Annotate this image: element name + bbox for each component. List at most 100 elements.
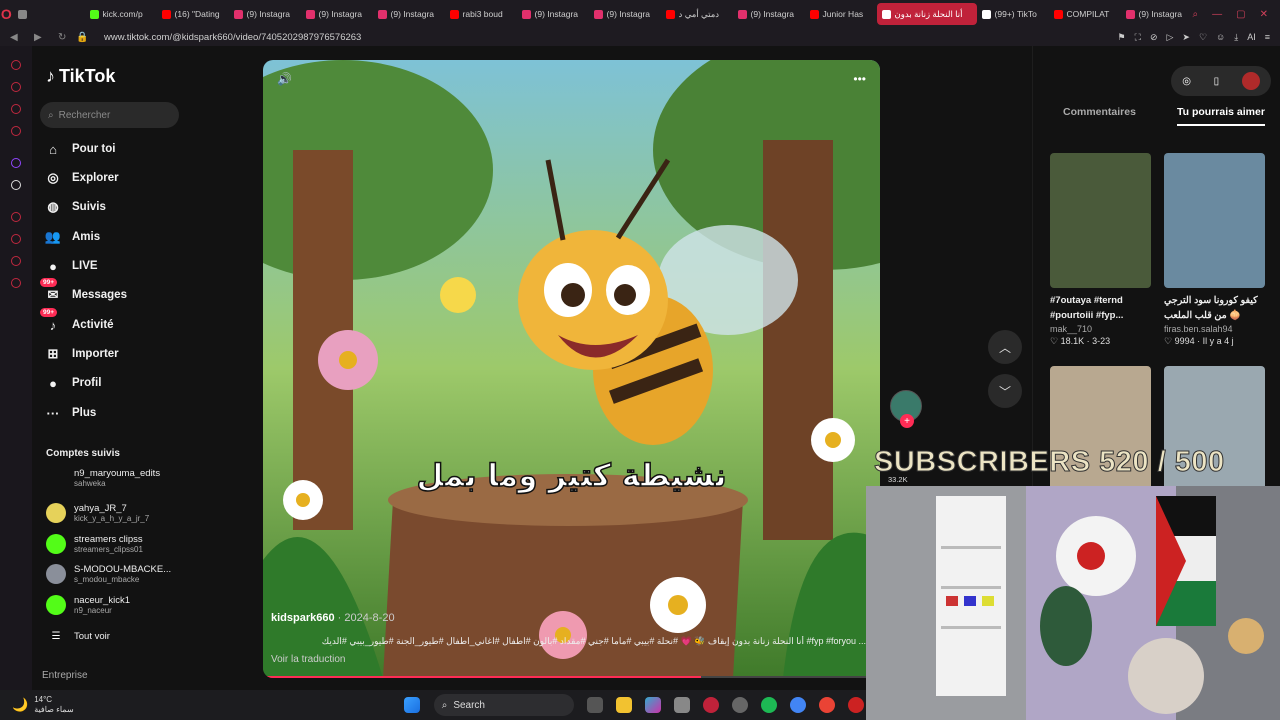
see-all-button[interactable]: ☰ Tout voir <box>46 624 110 648</box>
tab-comments[interactable]: Commentaires <box>1063 106 1136 118</box>
video-author[interactable]: kidspark660 <box>271 612 335 624</box>
more-options-icon[interactable]: ••• <box>853 72 866 86</box>
rail-icon[interactable] <box>11 212 21 222</box>
menu-icon[interactable]: ≡ <box>1265 32 1270 43</box>
browser-tab[interactable]: أنا النحلة زنانة بدون <box>876 3 977 25</box>
browser-tab[interactable]: (9) Instagra <box>733 3 805 25</box>
suggested-video-card[interactable]: كيفو كورونا سود الترجي من قلب الملعب 🧅 fi… <box>1164 153 1265 347</box>
video-player[interactable]: 🔊 ••• نشيطة كتير وما بمل kidspark660 · 2… <box>263 60 880 678</box>
browser-tab[interactable]: kick.com/p <box>85 3 157 25</box>
tab-favicon-icon <box>449 9 459 19</box>
browser-tab[interactable]: (9) Instagra <box>373 3 445 25</box>
maximize-icon[interactable]: ▢ <box>1236 9 1245 20</box>
sidebar-item-activit[interactable]: 99+ ♪ Activité <box>40 308 114 336</box>
opera-icon[interactable] <box>702 697 719 713</box>
rail-icon[interactable] <box>11 104 21 114</box>
browser-tab[interactable]: (9) Instagra <box>517 3 589 25</box>
file-explorer-icon[interactable] <box>615 697 632 713</box>
spotify-icon[interactable] <box>760 697 777 713</box>
address-bar: ◀ ▶ ↻ 🔒 www.tiktok.com/@kidspark660/vide… <box>0 28 1280 46</box>
adblock-icon[interactable]: ⊘ <box>1150 32 1158 43</box>
followed-account[interactable]: streamers clipss streamers_clipss01 <box>46 532 143 556</box>
sidebar-item-live[interactable]: ● LIVE <box>44 255 98 277</box>
followed-account[interactable]: naceur_kick1 n9_naceur <box>46 593 130 617</box>
see-translation-link[interactable]: Voir la traduction <box>271 654 346 665</box>
x-icon[interactable] <box>11 180 21 190</box>
chrome-icon[interactable] <box>789 697 806 713</box>
back-icon[interactable]: ◀ <box>10 32 24 43</box>
rail-icon[interactable] <box>11 60 21 70</box>
bookmark-icon[interactable]: ⚑ <box>1118 32 1126 43</box>
history-icon[interactable] <box>11 234 21 244</box>
followed-account[interactable]: n9_maryouma_edits sahweka <box>46 466 160 490</box>
chevron-down-icon[interactable]: ﹀ <box>988 374 1022 408</box>
minimize-icon[interactable]: — <box>1212 9 1222 20</box>
close-icon[interactable]: ✕ <box>1260 9 1268 20</box>
rail-icon[interactable] <box>11 82 21 92</box>
browser-tab[interactable]: COMPILAT <box>1049 3 1121 25</box>
follow-plus-icon[interactable]: + <box>900 414 914 428</box>
browser-tab[interactable]: (9) Instagra <box>1121 3 1193 25</box>
account-icon[interactable]: ☺ <box>1216 32 1225 43</box>
download-icon[interactable]: ⤓ <box>1234 32 1238 43</box>
sidebar-item-plus[interactable]: ··· Plus <box>44 402 97 424</box>
sidebar-item-suivis[interactable]: ◍ Suivis <box>44 196 106 218</box>
browser-tab[interactable]: Junior Has <box>805 3 877 25</box>
suggested-video-card[interactable]: #7outaya #ternd #pourtoiii #fyp... mak__7… <box>1050 153 1151 347</box>
chrome-icon[interactable] <box>818 697 835 713</box>
app-icon[interactable] <box>847 697 864 713</box>
followed-account[interactable]: yahya_JR_7 kick_y_a_h_y_a_jr_7 <box>46 501 149 525</box>
player-icon[interactable]: ▷ <box>1166 32 1173 43</box>
sidebar-item-importer[interactable]: ⊞ Importer <box>44 343 119 365</box>
browser-tab[interactable]: (9) Instagra <box>301 3 373 25</box>
copilot-icon[interactable] <box>644 697 661 713</box>
user-avatar-icon[interactable] <box>1241 72 1260 90</box>
compass-icon[interactable]: ◎ <box>1182 76 1191 87</box>
store-icon[interactable] <box>673 697 690 713</box>
heart-icon[interactable]: ♡ <box>1199 32 1207 43</box>
sidebar-item-messages[interactable]: 99+ ✉ Messages <box>40 278 127 306</box>
search-tabs-icon[interactable]: ⌕ <box>1193 9 1199 20</box>
windows-start-icon[interactable] <box>403 697 420 713</box>
browser-tab[interactable]: (16) "Dating <box>157 3 229 25</box>
volume-icon[interactable]: 🔊 <box>277 72 292 86</box>
taskbar-search[interactable]: ⌕ Search <box>433 694 574 716</box>
device-icon[interactable]: ▯ <box>1214 76 1220 87</box>
rail-icon[interactable] <box>11 256 21 266</box>
suggested-video-card[interactable] <box>1164 366 1265 501</box>
video-progress-bar[interactable] <box>263 676 880 678</box>
browser-tab[interactable]: (9) Instagra <box>229 3 301 25</box>
chevron-up-icon[interactable]: ︿ <box>988 330 1022 364</box>
browser-tab[interactable]: (99+) TikTo <box>977 3 1049 25</box>
suggested-video-card[interactable] <box>1050 366 1151 501</box>
lock-icon: 🔒 <box>76 31 89 43</box>
browser-tab[interactable] <box>13 3 85 25</box>
tab-suggested[interactable]: Tu pourrais aimer <box>1177 106 1265 126</box>
snapshot-icon[interactable]: ⛶ <box>1135 32 1141 43</box>
forward-icon[interactable]: ▶ <box>34 32 48 43</box>
sidebar-item-amis[interactable]: 👥 Amis <box>44 226 100 248</box>
settings-icon[interactable] <box>731 697 748 713</box>
twitch-icon[interactable] <box>11 158 21 168</box>
reload-icon[interactable]: ↻ <box>58 32 72 43</box>
profile-icon: ● <box>49 375 57 391</box>
url-field[interactable]: www.tiktok.com/@kidspark660/video/740520… <box>104 32 361 43</box>
tab-label: (9) Instagra <box>750 9 795 19</box>
settings-icon[interactable] <box>11 278 21 288</box>
sidebar-item-explorer[interactable]: ◎ Explorer <box>44 167 118 189</box>
followed-account[interactable]: S-MODOU-MBACKE... s_modou_mbacke <box>46 562 171 586</box>
footer-link[interactable]: Entreprise <box>42 670 88 681</box>
browser-tab[interactable]: (9) Instagra <box>589 3 661 25</box>
sidebar-item-pourtoi[interactable]: ⌂ Pour toi <box>44 138 115 160</box>
task-view-icon[interactable] <box>586 697 603 713</box>
browser-tab[interactable]: دمتي أمي د <box>661 3 733 25</box>
opera-logo-icon[interactable]: O <box>0 6 13 22</box>
browser-tab[interactable]: rabi3 boud <box>445 3 517 25</box>
search-input[interactable]: ⌕ Rechercher <box>40 102 179 128</box>
rail-icon[interactable] <box>11 126 21 136</box>
sidebar-item-profil[interactable]: ● Profil <box>44 372 101 394</box>
aria-ai-button[interactable]: AI <box>1247 32 1256 43</box>
tiktok-logo[interactable]: ♪ TikTok <box>46 66 115 87</box>
weather-widget[interactable]: 🌙 14°C سماء صافية <box>0 695 74 715</box>
send-icon[interactable]: ➤ <box>1182 32 1190 43</box>
